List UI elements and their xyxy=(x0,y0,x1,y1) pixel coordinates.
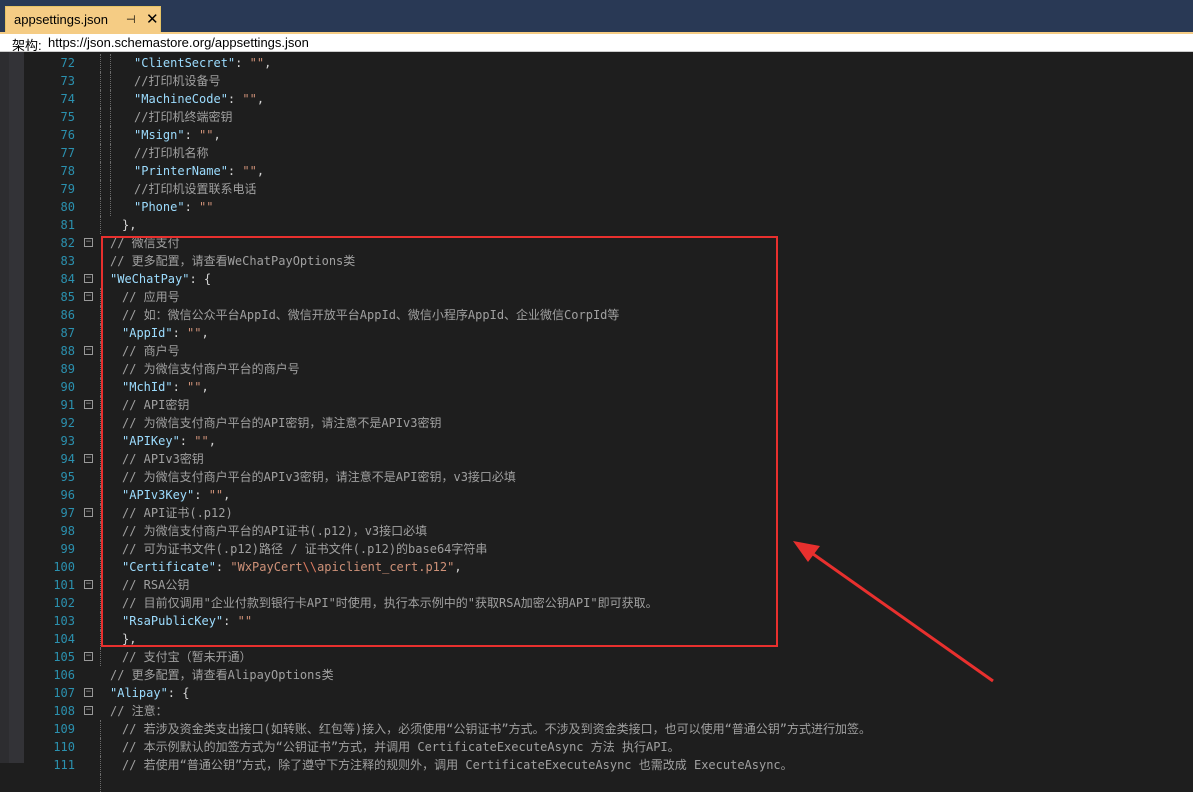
indent-guide xyxy=(100,612,101,630)
indent-guide xyxy=(100,360,101,378)
indent-guide xyxy=(110,72,111,90)
indent-guide xyxy=(100,324,101,342)
indent-guide xyxy=(100,468,101,486)
indent-guide xyxy=(110,54,111,72)
indent-guide xyxy=(100,576,101,594)
indent-guide xyxy=(100,126,101,144)
indent-guide xyxy=(110,126,111,144)
indent-guide xyxy=(100,630,101,648)
indent-guide xyxy=(100,522,101,540)
indent-guide xyxy=(100,558,101,576)
indent-guide xyxy=(100,432,101,450)
indent-guide xyxy=(110,90,111,108)
indent-guide xyxy=(100,180,101,198)
indent-guide xyxy=(100,504,101,522)
indent-guide xyxy=(110,180,111,198)
indent-guide xyxy=(100,738,101,756)
indent-guide xyxy=(100,108,101,126)
indent-guide xyxy=(100,594,101,612)
indent-guide xyxy=(100,396,101,414)
indent-guide xyxy=(110,144,111,162)
indent-guide xyxy=(100,306,101,324)
indent-guide xyxy=(110,108,111,126)
indent-guide xyxy=(100,486,101,504)
indent-guide xyxy=(100,450,101,468)
indent-guide xyxy=(100,162,101,180)
indent-guide xyxy=(100,54,101,72)
indent-guide xyxy=(100,288,101,306)
indent-guide xyxy=(100,756,101,774)
indent-guide xyxy=(100,216,101,234)
indent-guide xyxy=(100,342,101,360)
indent-guide xyxy=(100,144,101,162)
indent-guide xyxy=(100,648,101,666)
indent-guide xyxy=(100,414,101,432)
indent-guide xyxy=(100,720,101,738)
indent-guide xyxy=(110,198,111,216)
indent-guide xyxy=(100,378,101,396)
indent-guide xyxy=(110,162,111,180)
indent-guide xyxy=(100,72,101,90)
indent-guide xyxy=(100,90,101,108)
annotation-arrow xyxy=(793,541,994,683)
indent-guide xyxy=(100,774,101,792)
indent-guide xyxy=(100,540,101,558)
indent-guide xyxy=(100,198,101,216)
